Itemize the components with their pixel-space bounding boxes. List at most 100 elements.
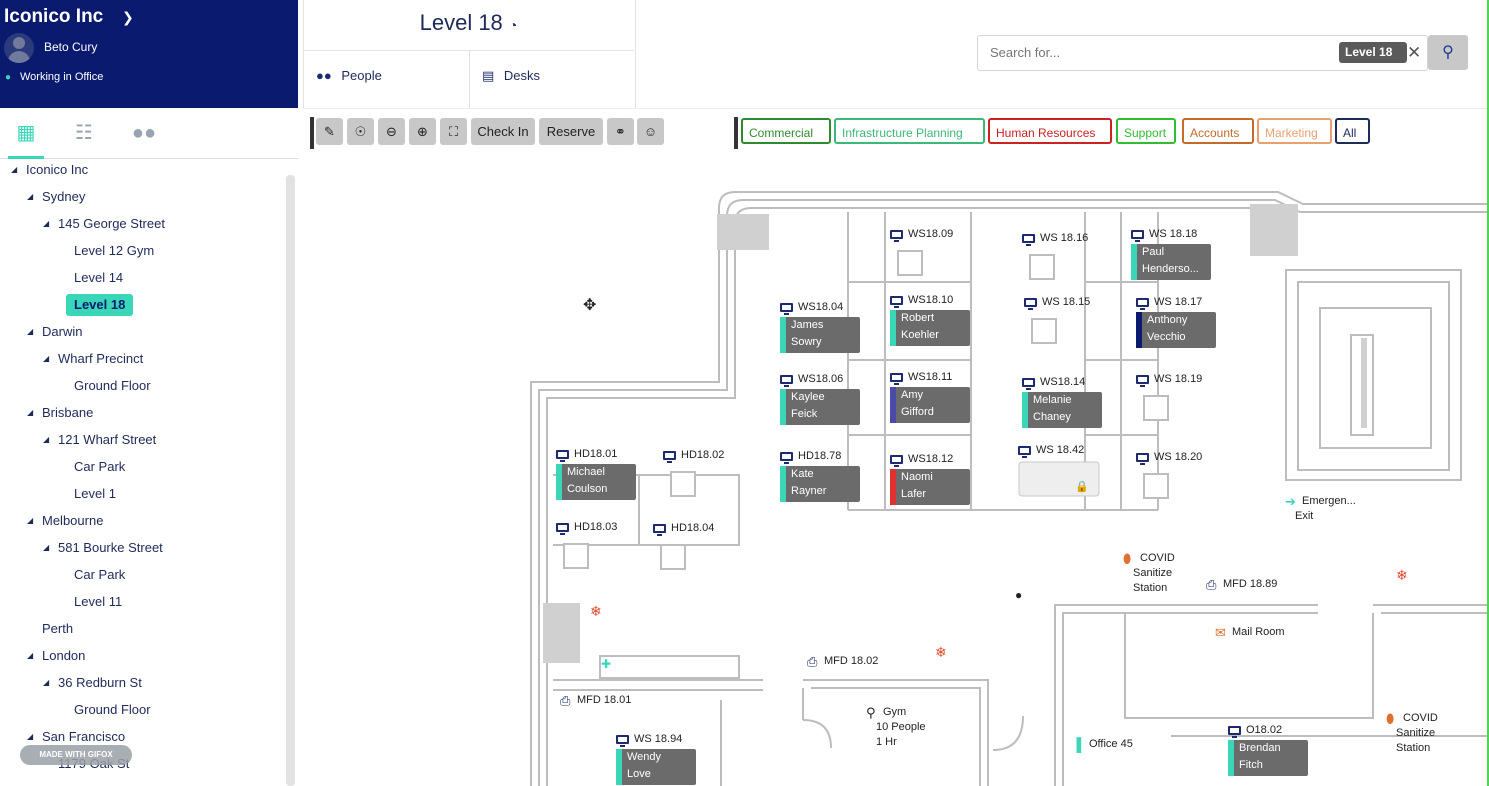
reserve-button[interactable]: Reserve: [539, 118, 603, 145]
booking-card[interactable]: Naomi Lafer: [890, 469, 970, 505]
expand-triangle-icon[interactable]: ◢: [43, 537, 49, 559]
desk-label[interactable]: WS 18.94: [634, 733, 682, 745]
booking-card[interactable]: Anthony Vecchio: [1136, 312, 1216, 348]
printer-icon[interactable]: ⎙: [560, 693, 570, 709]
desk-outline[interactable]: [1029, 254, 1055, 280]
expand-triangle-icon[interactable]: ◢: [43, 429, 49, 451]
tree-item[interactable]: Level 11: [74, 591, 122, 613]
desk-label[interactable]: WS18.10: [908, 294, 953, 306]
booking-card[interactable]: Brendan Fitch: [1228, 740, 1308, 776]
zoom-in-icon[interactable]: ⊕: [409, 118, 436, 145]
filter-button[interactable]: Marketing: [1257, 118, 1332, 144]
desk-label[interactable]: WS18.14: [1040, 376, 1085, 388]
desk-label[interactable]: WS 18.19: [1154, 373, 1202, 385]
map-icon[interactable]: ▦: [8, 120, 44, 159]
expand-triangle-icon[interactable]: ◢: [27, 321, 33, 343]
mail-icon[interactable]: ✉: [1215, 625, 1226, 641]
desk-outline[interactable]: [670, 471, 696, 497]
floor-map[interactable]: WS18.09 WS 18.16 WS 18.18 Paul Hendersо... WS…: [303, 160, 1489, 786]
expand-triangle-icon[interactable]: ◢: [43, 348, 49, 370]
desk-outline[interactable]: [897, 250, 923, 276]
close-icon[interactable]: ✕: [1407, 42, 1423, 63]
search-button[interactable]: ⚲: [1428, 35, 1468, 70]
zoom-out-icon[interactable]: ⊖: [378, 118, 405, 145]
booking-card[interactable]: Melanie Chaney: [1022, 392, 1102, 428]
desk-label[interactable]: O18.02: [1246, 724, 1282, 736]
desk-label[interactable]: WS 18.42: [1036, 444, 1084, 456]
booking-card[interactable]: Kate Rayner: [780, 466, 860, 502]
desk-label[interactable]: WS 18.20: [1154, 451, 1202, 463]
booking-card[interactable]: Paul Hendersо...: [1131, 244, 1211, 280]
tab-people[interactable]: ●● People: [316, 68, 382, 83]
tree-item[interactable]: Ground Floor: [74, 699, 151, 721]
location-pin-icon[interactable]: ●: [1015, 588, 1022, 602]
tree-item[interactable]: ◢ Wharf Precinct: [43, 348, 143, 370]
booking-card[interactable]: Robert Koehler: [890, 310, 970, 346]
sidebar-scrollbar[interactable]: [286, 175, 295, 786]
printer-icon[interactable]: ⎙: [1206, 577, 1216, 593]
desk-label[interactable]: HD18.01: [574, 448, 617, 460]
fullscreen-icon[interactable]: ⛶: [440, 118, 467, 145]
tree-item[interactable]: ◢ 145 George Street: [43, 213, 165, 235]
work-status[interactable]: Working in Office: [20, 71, 103, 83]
expand-triangle-icon[interactable]: ◢: [11, 160, 17, 181]
filter-button[interactable]: Commercial: [741, 118, 831, 144]
emergency-exit-icon[interactable]: ➔: [1285, 494, 1296, 510]
search-input[interactable]: [988, 44, 1322, 61]
org-name[interactable]: Iconico Inc: [4, 6, 103, 28]
tree-item[interactable]: Level 14: [74, 267, 123, 289]
desk-label[interactable]: WS18.04: [798, 301, 843, 313]
printer-icon[interactable]: ⎙: [807, 654, 817, 670]
user-circle-icon[interactable]: ☺: [637, 118, 664, 145]
bicycle-icon[interactable]: ⚲: [866, 705, 876, 721]
expand-triangle-icon[interactable]: ◢: [27, 186, 33, 208]
tree-item[interactable]: ◢ Melbourne: [27, 510, 103, 532]
filter-chip[interactable]: Level 18: [1339, 42, 1407, 63]
tree-item[interactable]: ◢ 121 Wharf Street: [43, 429, 156, 451]
tree-item[interactable]: ◢ Darwin: [27, 321, 82, 343]
desk-label[interactable]: WS 18.16: [1040, 232, 1088, 244]
tree-item[interactable]: Perth: [42, 618, 73, 640]
tab-desks[interactable]: ▤ Desks: [482, 68, 540, 84]
desk-label[interactable]: WS18.06: [798, 373, 843, 385]
expand-triangle-icon[interactable]: ◢: [27, 645, 33, 667]
desk-label[interactable]: WS18.12: [908, 453, 953, 465]
link-icon[interactable]: ⚭: [607, 118, 634, 145]
booking-card[interactable]: Michael Coulson: [556, 464, 636, 500]
booking-card[interactable]: James Sowry: [780, 317, 860, 353]
tree-item[interactable]: Car Park: [74, 564, 125, 586]
sanitizer-icon[interactable]: ⬮: [1123, 551, 1131, 567]
filter-button[interactable]: Accounts: [1182, 118, 1254, 144]
desk-label[interactable]: HD18.03: [574, 521, 617, 533]
desk-outline[interactable]: [1031, 318, 1057, 344]
booking-card[interactable]: Kaylee Feick: [780, 389, 860, 425]
tree-item[interactable]: ◢ Brisbane: [27, 402, 93, 424]
booking-card[interactable]: Wendy Love: [616, 749, 696, 785]
desk-label[interactable]: WS 18.15: [1042, 296, 1090, 308]
chevron-down-icon[interactable]: ❯: [122, 9, 134, 26]
desk-label[interactable]: WS18.09: [908, 228, 953, 240]
tree-item[interactable]: Level 12 Gym: [74, 240, 154, 262]
sanitizer-icon[interactable]: ⬮: [1386, 711, 1394, 727]
desk-label[interactable]: HD18.78: [798, 450, 841, 462]
desk-label[interactable]: HD18.04: [671, 522, 714, 534]
expand-triangle-icon[interactable]: ◢: [43, 672, 49, 694]
expand-triangle-icon[interactable]: ◢: [43, 213, 49, 235]
tree-item-selected[interactable]: Level 18: [66, 294, 134, 316]
desk-label[interactable]: WS 18.17: [1154, 296, 1202, 308]
org-chart-icon[interactable]: ☷: [70, 120, 98, 146]
desk-label[interactable]: WS18.11: [908, 371, 952, 383]
desk-label[interactable]: HD18.02: [681, 449, 724, 461]
expand-triangle-icon[interactable]: ◢: [27, 510, 33, 532]
booking-card[interactable]: Amy Gifford: [890, 387, 970, 423]
avatar[interactable]: [4, 33, 34, 63]
desk-outline[interactable]: [563, 543, 589, 569]
filter-button[interactable]: All: [1335, 118, 1370, 144]
tree-item[interactable]: ◢ 36 Redburn St: [43, 672, 142, 694]
filter-button[interactable]: Human Resources: [988, 118, 1112, 144]
filter-button[interactable]: Infrastructure Planning: [834, 118, 985, 144]
check-in-button[interactable]: Check In: [471, 118, 535, 145]
tree-item[interactable]: ◢ London: [27, 645, 85, 667]
tree-item[interactable]: Ground Floor: [74, 375, 151, 397]
desk-outline[interactable]: [660, 544, 686, 570]
